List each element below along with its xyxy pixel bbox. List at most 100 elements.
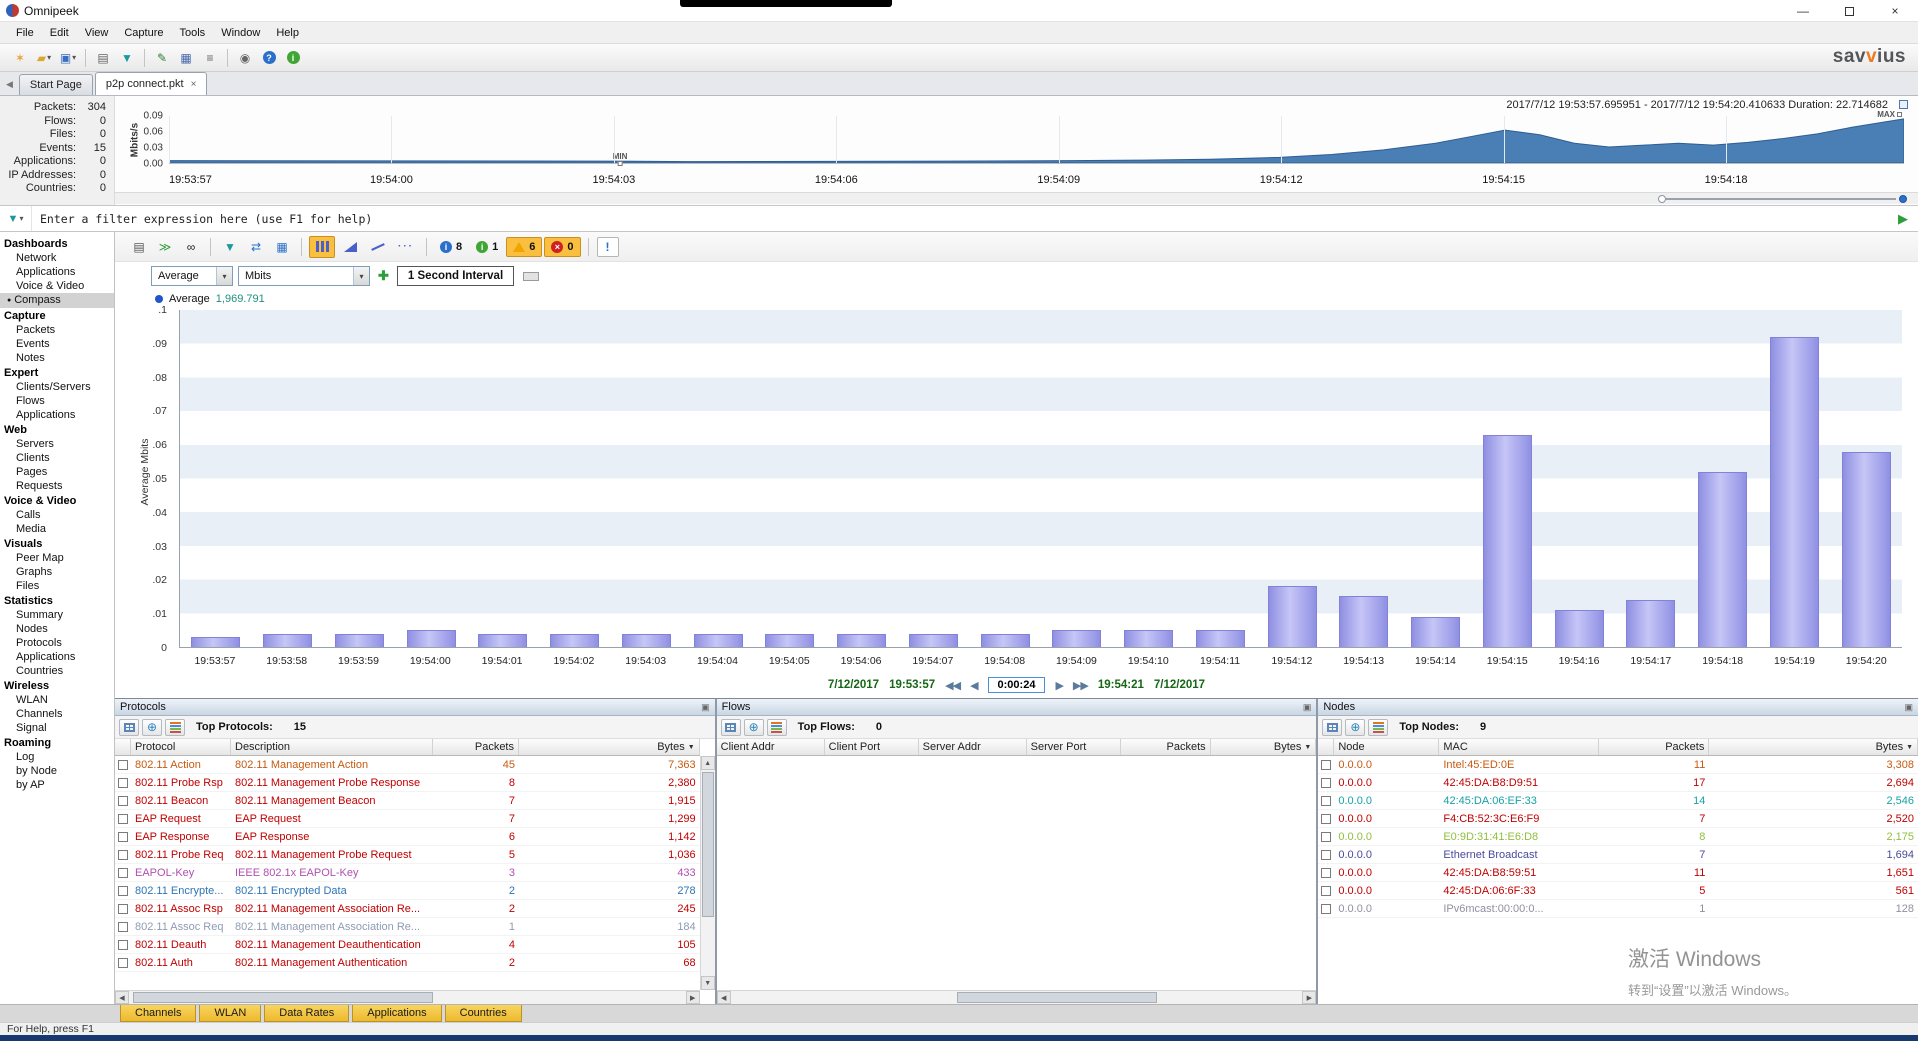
compare-icon[interactable]: ⇄ — [245, 237, 267, 257]
protocols-row-9[interactable]: 802.11 Assoc Rsp802.11 Management Associ… — [115, 900, 700, 918]
nodes-globe-view-icon[interactable]: ⊕ — [1345, 719, 1365, 736]
minimize-button[interactable]: — — [1780, 0, 1826, 22]
row-checkbox[interactable] — [1321, 886, 1331, 896]
menu-file[interactable]: File — [8, 24, 42, 42]
row-checkbox[interactable] — [118, 940, 128, 950]
row-checkbox[interactable] — [118, 832, 128, 842]
units-select[interactable]: Mbits▾ — [238, 266, 370, 286]
doc-tab-start-page[interactable]: Start Page — [19, 74, 93, 95]
sidebar-item-nodes[interactable]: Nodes — [0, 622, 114, 636]
timeline-scroll-left-handle[interactable] — [1658, 195, 1666, 203]
scroll-left-icon[interactable]: ◀ — [717, 991, 731, 1004]
sidebar-item-notes[interactable]: Notes — [0, 351, 114, 365]
pin-icon[interactable]: ▣ — [701, 702, 710, 713]
apply-filter-button[interactable]: ▶ — [1898, 211, 1908, 227]
menu-edit[interactable]: Edit — [42, 24, 77, 42]
pin-icon[interactable]: ▣ — [1905, 702, 1914, 713]
print-icon[interactable]: ▤ — [128, 237, 150, 257]
flows-col-client-port[interactable]: Client Port — [825, 739, 919, 755]
line-chart-icon[interactable] — [365, 236, 391, 258]
protocols-row-8[interactable]: 802.11 Encrypte...802.11 Encrypted Data2… — [115, 882, 700, 900]
nodes-panel-header[interactable]: Nodes▣ — [1318, 699, 1918, 716]
protocols-row-3[interactable]: 802.11 Beacon802.11 Management Beacon71,… — [115, 792, 700, 810]
bar-19-54-12[interactable] — [1268, 586, 1317, 647]
flows-panel-header[interactable]: Flows▣ — [717, 699, 1317, 716]
bar-19-54-05[interactable] — [765, 634, 814, 647]
sidebar-item-by-node[interactable]: by Node — [0, 764, 114, 778]
row-checkbox[interactable] — [1321, 814, 1331, 824]
row-checkbox[interactable] — [118, 760, 128, 770]
bar-19-54-09[interactable] — [1052, 630, 1101, 647]
flows-col-server-port[interactable]: Server Port — [1027, 739, 1121, 755]
nodes-col-bytes[interactable]: Bytes▼ — [1709, 739, 1918, 755]
row-checkbox[interactable] — [1321, 778, 1331, 788]
sidebar-item-media[interactable]: Media — [0, 522, 114, 536]
sidebar-item-channels[interactable]: Channels — [0, 707, 114, 721]
scrollbar-thumb[interactable] — [702, 772, 714, 917]
major-events-badge[interactable]: 6 — [506, 237, 542, 257]
protocols-col-packets[interactable]: Packets — [433, 739, 519, 755]
bar-19-54-15[interactable] — [1483, 435, 1532, 647]
sidebar-item-protocols[interactable]: Protocols — [0, 636, 114, 650]
row-checkbox[interactable] — [118, 868, 128, 878]
scroll-down-icon[interactable]: ▼ — [701, 976, 715, 990]
sidebar-item-network[interactable]: Network — [0, 251, 114, 265]
timeline-area-chart[interactable]: MIN MAX — [169, 116, 1904, 164]
protocols-row-6[interactable]: 802.11 Probe Req802.11 Management Probe … — [115, 846, 700, 864]
bar-19-54-10[interactable] — [1124, 630, 1173, 647]
row-checkbox[interactable] — [118, 778, 128, 788]
sidebar-item-clients[interactable]: Clients — [0, 451, 114, 465]
timeline-scrollbar[interactable] — [115, 192, 1918, 204]
flows-chart-view-icon[interactable] — [767, 719, 787, 736]
sidebar-item-voice-video[interactable]: Voice & Video — [0, 279, 114, 293]
scroll-right-icon[interactable]: ▶ — [686, 991, 700, 1004]
nodes-row-2[interactable]: 0.0.0.042:45:DA:B8:D9:51172,694 — [1318, 774, 1918, 792]
scrollbar-thumb[interactable] — [133, 992, 433, 1003]
bar-19-54-01[interactable] — [478, 634, 527, 647]
sidebar-item-events[interactable]: Events — [0, 337, 114, 351]
sidebar-item-clients-servers[interactable]: Clients/Servers — [0, 380, 114, 394]
flows-col-packets[interactable]: Packets — [1121, 739, 1211, 755]
nodes-row-1[interactable]: 0.0.0.0Intel:45:ED:0E113,308 — [1318, 756, 1918, 774]
bar-chart-icon[interactable] — [309, 236, 335, 258]
row-checkbox[interactable] — [118, 904, 128, 914]
interval-display[interactable]: 1 Second Interval — [397, 266, 514, 286]
row-checkbox[interactable] — [118, 922, 128, 932]
scroll-up-icon[interactable]: ▲ — [701, 756, 715, 770]
sidebar-item-applications[interactable]: Applications — [0, 650, 114, 664]
bar-19-54-16[interactable] — [1555, 610, 1604, 647]
info-icon[interactable]: i — [282, 48, 304, 68]
step-back-button[interactable]: ◀ — [970, 679, 977, 692]
row-checkbox[interactable] — [1321, 868, 1331, 878]
sidebar-item-packets[interactable]: Packets — [0, 323, 114, 337]
flows-col-client-addr[interactable]: Client Addr — [717, 739, 825, 755]
severe-events-badge[interactable]: ×0 — [544, 237, 580, 257]
bottom-tab-countries[interactable]: Countries — [445, 1005, 522, 1022]
bar-19-54-03[interactable] — [622, 634, 671, 647]
bottom-tab-channels[interactable]: Channels — [120, 1005, 196, 1022]
notes-icon[interactable]: ✎ — [151, 48, 173, 68]
points-chart-icon[interactable]: ··· — [393, 236, 419, 258]
sidebar-item-log[interactable]: Log — [0, 750, 114, 764]
filter-icon[interactable]: ▼ — [219, 237, 241, 257]
protocols-row-1[interactable]: 802.11 Action802.11 Management Action457… — [115, 756, 700, 774]
step-forward-button[interactable]: ▶ — [1055, 679, 1062, 692]
protocols-vertical-scrollbar[interactable]: ▲▼ — [700, 756, 715, 990]
new-capture-icon[interactable]: ✶ — [9, 48, 31, 68]
sidebar-item-summary[interactable]: Summary — [0, 608, 114, 622]
sidebar-item-compass[interactable]: ●Compass — [0, 293, 114, 308]
nodes-row-5[interactable]: 0.0.0.0E0:9D:31:41:E6:D882,175 — [1318, 828, 1918, 846]
log-icon[interactable]: ≡ — [199, 48, 221, 68]
protocols-panel-header[interactable]: Protocols▣ — [115, 699, 715, 716]
filter-input[interactable] — [32, 212, 1888, 226]
bar-19-53-58[interactable] — [263, 634, 312, 647]
timeline-options-icon[interactable] — [1899, 100, 1908, 109]
sidebar-item-files[interactable]: Files — [0, 579, 114, 593]
sidebar-item-calls[interactable]: Calls — [0, 508, 114, 522]
pin-icon[interactable]: ▣ — [1303, 702, 1312, 713]
doc-tab-p2p-connect-pkt[interactable]: p2p connect.pkt× — [95, 72, 208, 95]
informational-events-badge[interactable]: i8 — [434, 237, 468, 257]
print-icon[interactable]: ▤ — [92, 48, 114, 68]
bar-19-54-14[interactable] — [1411, 617, 1460, 647]
row-checkbox[interactable] — [118, 796, 128, 806]
